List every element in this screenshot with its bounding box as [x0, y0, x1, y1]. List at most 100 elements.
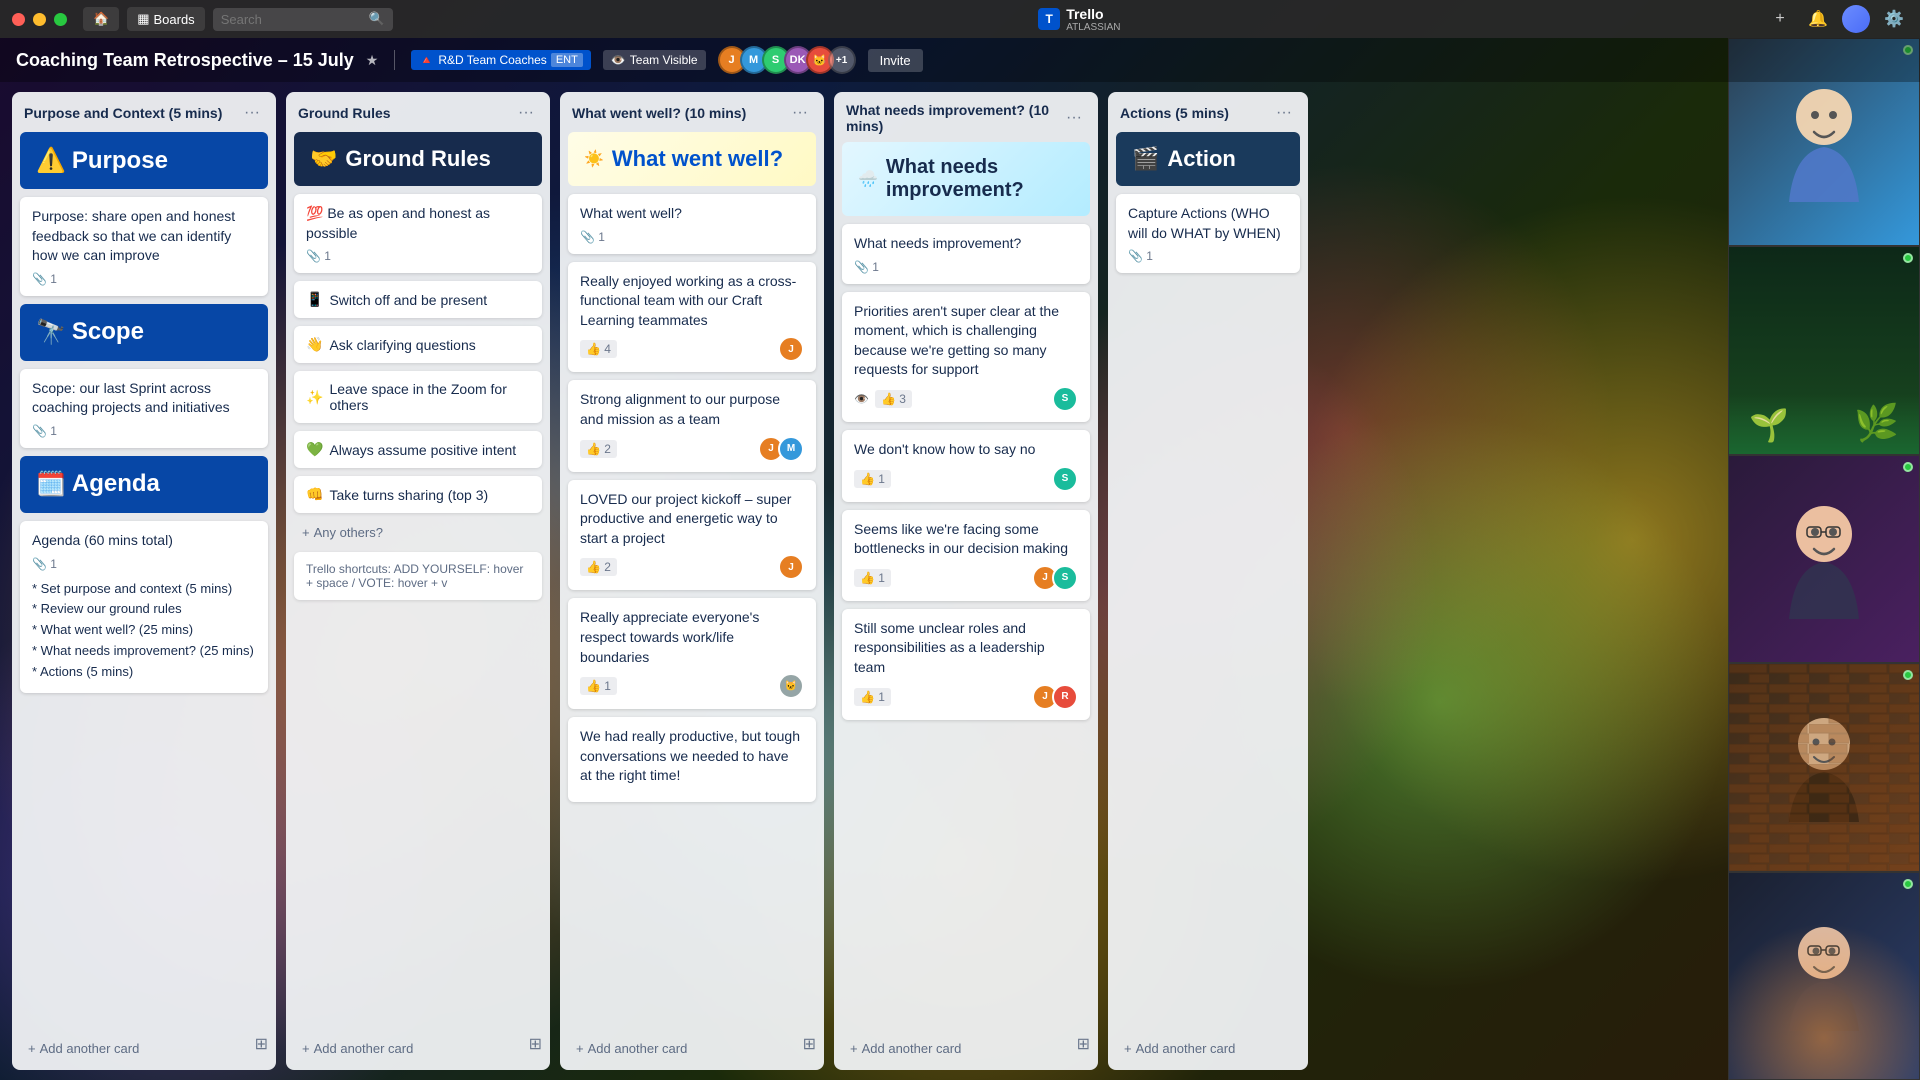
needs-improvement-title-text: What needs improvement?	[886, 156, 1074, 202]
card-went-well-header[interactable]: ☀️ What went well?	[568, 132, 816, 186]
card-kickoff[interactable]: LOVED our project kickoff – super produc…	[568, 480, 816, 591]
ground-rules-others[interactable]: + Any others?	[294, 521, 542, 544]
home-button[interactable]: 🏠	[83, 7, 119, 31]
card-rule-6[interactable]: 👊 Take turns sharing (top 3)	[294, 476, 542, 513]
card-capture-actions[interactable]: Capture Actions (WHO will do WHAT by WHE…	[1116, 194, 1300, 273]
column-went-well-menu[interactable]: ···	[788, 102, 812, 124]
titlebar: 🏠 ▦ Boards 🔍 T Trello ATLASSIAN + 🔔	[0, 0, 1920, 38]
card-rule-3[interactable]: 👋 Ask clarifying questions	[294, 326, 542, 363]
alignment-votes: 👍 2	[580, 440, 617, 458]
member-avatar-plus[interactable]: +1	[828, 46, 856, 74]
card-bottlenecks[interactable]: Seems like we're facing some bottlenecks…	[842, 510, 1090, 601]
card-purpose-header[interactable]: ⚠️ Purpose	[20, 132, 268, 189]
invite-button[interactable]: Invite	[868, 49, 923, 72]
purpose-attachment: 📎 1	[32, 272, 57, 286]
header-divider	[394, 50, 395, 70]
settings-button[interactable]: ⚙️	[1880, 5, 1908, 33]
template-icon-2[interactable]: ⊞	[529, 1034, 542, 1054]
went-well-prompt-attachment: 📎 1	[580, 230, 605, 244]
went-well-prompt-text: What went well?	[580, 204, 804, 224]
sunset-bg	[1729, 873, 1919, 1079]
close-button[interactable]	[12, 13, 25, 26]
avatar-s: S	[1052, 386, 1078, 412]
maximize-button[interactable]	[54, 13, 67, 26]
scope-meta: 📎 1	[32, 424, 256, 438]
card-shortcut[interactable]: Trello shortcuts: ADD YOURSELF: hover + …	[294, 552, 542, 600]
card-scope-text[interactable]: Scope: our last Sprint across coaching p…	[20, 369, 268, 448]
video-slot-4[interactable]	[1728, 663, 1920, 871]
search-input[interactable]	[213, 8, 393, 31]
capture-actions-attachment: 📎 1	[1128, 249, 1153, 263]
card-say-no[interactable]: We don't know how to say no 👍 1 S	[842, 430, 1090, 502]
say-no-avatars: S	[1052, 466, 1078, 492]
column-actions-header: Actions (5 mins) ···	[1108, 92, 1308, 132]
agenda-meta: 📎 1	[32, 557, 256, 571]
user-avatar[interactable]	[1842, 5, 1870, 33]
scope-emoji: 🔭	[36, 318, 66, 347]
template-icon-3[interactable]: ⊞	[803, 1034, 816, 1054]
add-card-actions-icon: +	[1124, 1041, 1132, 1056]
template-icon-4[interactable]: ⊞	[1077, 1034, 1090, 1054]
others-plus: +	[302, 525, 310, 540]
card-rule-1[interactable]: 💯 Be as open and honest as possible 📎 1	[294, 194, 542, 273]
kickoff-meta: 👍 2 J	[580, 554, 804, 580]
card-purpose-text[interactable]: Purpose: share open and honest feedback …	[20, 197, 268, 296]
card-rule-5[interactable]: 💚 Always assume positive intent	[294, 431, 542, 468]
column-purpose-menu[interactable]: ···	[240, 102, 264, 124]
add-card-went-well-label: Add another card	[588, 1041, 688, 1056]
card-actions-header[interactable]: 🎬 Action	[1116, 132, 1300, 186]
card-rule-2[interactable]: 📱 Switch off and be present	[294, 281, 542, 318]
column-ground-rules-menu[interactable]: ···	[514, 102, 538, 124]
add-card-ground-rules[interactable]: + Add another card	[294, 1035, 542, 1062]
board-area: Purpose and Context (5 mins) ··· ⚠️ Purp…	[0, 82, 1920, 1080]
card-needs-improvement-header[interactable]: 🌧️ What needs improvement?	[842, 142, 1090, 216]
minimize-button[interactable]	[33, 13, 46, 26]
card-agenda-header[interactable]: 🗓️ Agenda	[20, 456, 268, 513]
add-card-purpose[interactable]: + Add another card	[20, 1035, 268, 1062]
video-slot-5[interactable]	[1728, 872, 1920, 1080]
add-card-actions[interactable]: + Add another card	[1116, 1035, 1300, 1062]
priorities-eye: 👁️	[854, 392, 869, 406]
visible-tag[interactable]: 👁️ Team Visible	[603, 50, 706, 70]
column-needs-improvement-menu[interactable]: ···	[1062, 107, 1086, 129]
add-card-went-well-icon: +	[576, 1041, 584, 1056]
avatar-j3: J	[778, 554, 804, 580]
board-title: Coaching Team Retrospective – 15 July	[16, 50, 354, 71]
rnd-tag-label: R&D Team Coaches	[438, 53, 547, 67]
column-purpose-header: Purpose and Context (5 mins) ···	[12, 92, 276, 132]
card-agenda-text[interactable]: Agenda (60 mins total) 📎 1 * Set purpose…	[20, 521, 268, 693]
add-card-needs-improvement[interactable]: + Add another card	[842, 1035, 1090, 1062]
ground-rules-emoji: 🤝	[310, 146, 337, 172]
rule-6-emoji: 👊	[306, 486, 323, 503]
video-slot-2[interactable]: 🌱 🌿	[1728, 246, 1920, 454]
column-went-well: What went well? (10 mins) ··· ☀️ What we…	[560, 92, 824, 1070]
avatar-m: M	[778, 436, 804, 462]
card-ground-rules-header[interactable]: 🤝 Ground Rules	[294, 132, 542, 186]
card-roles[interactable]: Still some unclear roles and responsibil…	[842, 609, 1090, 720]
card-rule-4[interactable]: ✨ Leave space in the Zoom for others	[294, 371, 542, 423]
bottlenecks-text: Seems like we're facing some bottlenecks…	[854, 520, 1078, 559]
card-cross-functional[interactable]: Really enjoyed working as a cross-functi…	[568, 262, 816, 373]
card-went-well-prompt[interactable]: What went well? 📎 1	[568, 194, 816, 254]
card-productive[interactable]: We had really productive, but tough conv…	[568, 717, 816, 802]
add-card-went-well[interactable]: + Add another card	[568, 1035, 816, 1062]
card-needs-improvement-prompt[interactable]: What needs improvement? 📎 1	[842, 224, 1090, 284]
card-boundaries[interactable]: Really appreciate everyone's respect tow…	[568, 598, 816, 709]
card-priorities[interactable]: Priorities aren't super clear at the mom…	[842, 292, 1090, 422]
boards-button[interactable]: ▦ Boards	[127, 7, 205, 31]
card-alignment[interactable]: Strong alignment to our purpose and miss…	[568, 380, 816, 471]
template-icon[interactable]: ⊞	[255, 1034, 268, 1054]
agenda-title-text: Agenda	[72, 470, 160, 498]
notification-button[interactable]: 🔔	[1804, 5, 1832, 33]
add-card-ground-rules-icon: +	[302, 1041, 310, 1056]
ground-rules-title-text: Ground Rules	[345, 146, 490, 172]
column-actions-menu[interactable]: ···	[1272, 102, 1296, 124]
cross-functional-avatars: J	[778, 336, 804, 362]
star-button[interactable]: ★	[366, 52, 379, 69]
card-scope-header[interactable]: 🔭 Scope	[20, 304, 268, 361]
agenda-item-2: * Review our ground rules	[32, 599, 256, 620]
column-purpose-cards: ⚠️ Purpose Purpose: share open and hones…	[12, 132, 276, 1029]
add-button[interactable]: +	[1766, 5, 1794, 33]
rnd-tag[interactable]: 🔺 R&D Team Coaches ENT	[411, 50, 590, 70]
video-slot-3[interactable]	[1728, 455, 1920, 663]
